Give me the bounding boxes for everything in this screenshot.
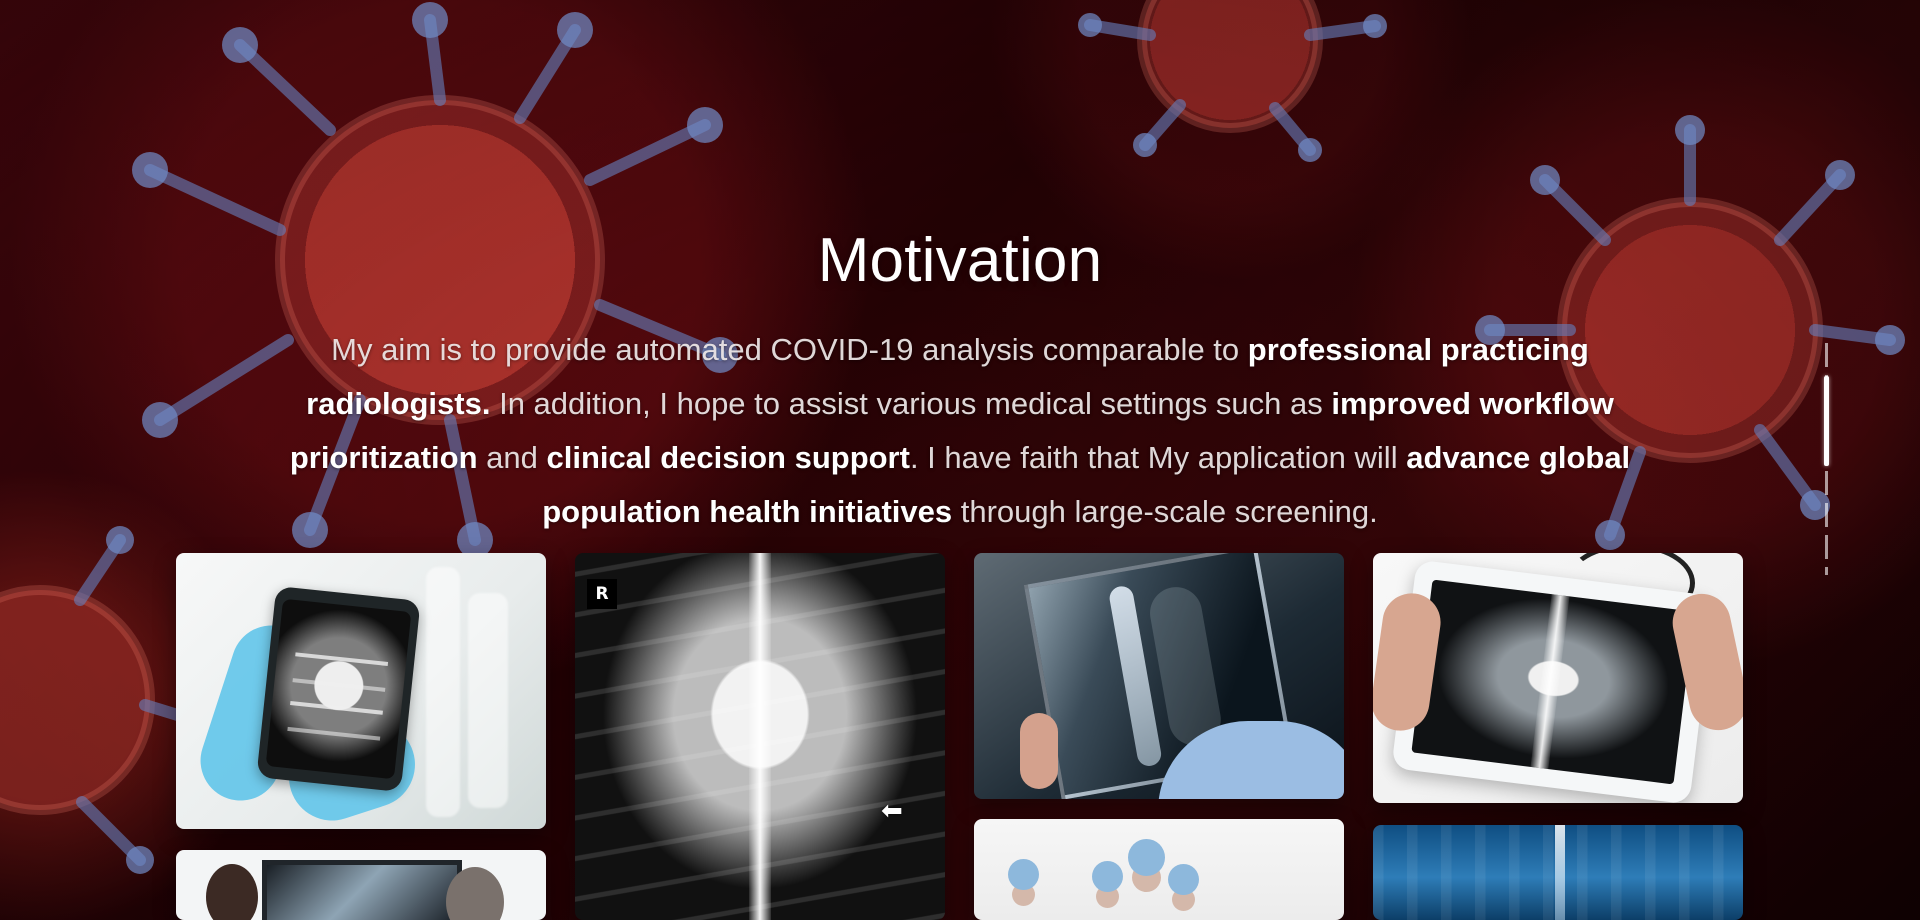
- background-equipment: [468, 593, 508, 808]
- section-title: Motivation: [817, 225, 1103, 295]
- doctor-silhouette: [206, 864, 258, 920]
- motivation-text-4: . I have faith that My application will: [909, 440, 1407, 475]
- motivation-text-1: My aim is to provide automated COVID-19 …: [331, 332, 1248, 367]
- doctor-hand: [1020, 713, 1058, 789]
- spine-xray-film-image: [974, 553, 1344, 799]
- chest-xray-screen: [1411, 579, 1695, 785]
- doctor-silhouette: [446, 867, 504, 920]
- dental-xray-tablet-image: [176, 553, 546, 829]
- motivation-paragraph: My aim is to provide automated COVID-19 …: [250, 323, 1670, 539]
- surgeon-cap: [1128, 839, 1165, 876]
- motivation-text-2: In addition, I hope to assist various me…: [490, 386, 1332, 421]
- chest-xray-tablet-image: [1373, 553, 1743, 803]
- motivation-section: Motivation My aim is to provide automate…: [0, 0, 1920, 920]
- chest-xray-image: R ⬅: [575, 553, 945, 920]
- motivation-emphasis-decision-support: clinical decision support: [546, 440, 910, 475]
- surgeon-cap: [1008, 859, 1039, 890]
- arrow-left-icon: ⬅: [881, 795, 903, 825]
- doctors-reviewing-xray-image: [176, 850, 546, 920]
- tablet-device: [256, 585, 421, 793]
- dental-xray-screen: [265, 598, 412, 780]
- xray-monitor: [262, 860, 462, 920]
- image-gallery: R ⬅: [176, 553, 1744, 920]
- scroll-thumb[interactable]: [1824, 376, 1829, 466]
- virus-top: [1078, 0, 1387, 162]
- lung-xray-image: [1373, 825, 1743, 920]
- surgeons-image: [974, 819, 1344, 920]
- surgeon-cap: [1092, 861, 1123, 892]
- tablet-device: [1391, 559, 1715, 803]
- section-scroll-indicator[interactable]: [1824, 343, 1830, 575]
- background-equipment: [426, 567, 460, 817]
- motivation-text-5: through large-scale screening.: [952, 494, 1378, 529]
- xray-r-marker: R: [587, 579, 617, 609]
- surgeon-cap: [1168, 864, 1199, 895]
- motivation-text-3: and: [477, 440, 547, 475]
